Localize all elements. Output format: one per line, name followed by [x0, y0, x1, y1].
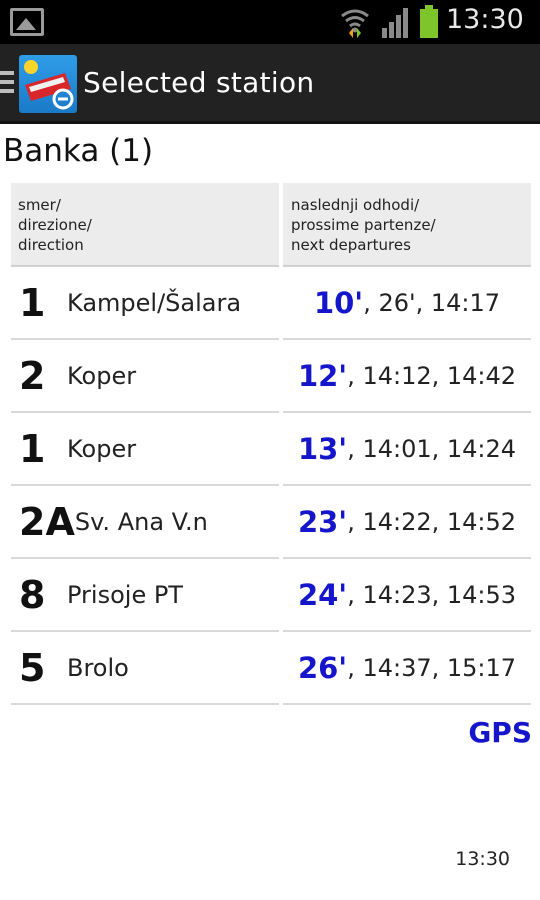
line-number: 8 — [19, 572, 46, 617]
direction-name: Prisoje PT — [67, 580, 183, 609]
header-departures: naslednji odhodi/ prossime partenze/ nex… — [283, 183, 531, 267]
status-time: 13:30 — [446, 4, 524, 35]
direction-name: Koper — [67, 361, 137, 390]
next-departure: 12' — [297, 358, 348, 393]
later-departures: , 14:12, 14:42 — [347, 361, 517, 390]
later-departures: , 14:23, 14:53 — [347, 580, 517, 609]
table-row[interactable]: 1 Koper 13', 14:01, 14:24 — [11, 413, 531, 486]
status-bar: 13:30 — [0, 0, 540, 44]
table-row[interactable]: 2 Koper 12', 14:12, 14:42 — [11, 340, 531, 413]
direction-name: Kampel/Šalara — [67, 288, 242, 317]
later-departures: , 26', 14:17 — [363, 288, 501, 317]
page-title: Selected station — [83, 66, 315, 99]
line-number: 5 — [19, 645, 46, 690]
table-row[interactable]: 8 Prisoje PT 24', 14:23, 14:53 — [11, 559, 531, 632]
table-row[interactable]: 5 Brolo 26', 14:37, 15:17 — [11, 632, 531, 705]
station-name: Banka (1) — [3, 133, 154, 169]
departures-table: smer/ direzione/ direction naslednji odh… — [11, 183, 531, 705]
action-bar: Selected station — [0, 44, 540, 124]
table-row[interactable]: 2A Sv. Ana V.n 23', 14:22, 14:52 — [11, 486, 531, 559]
direction-name: Koper — [67, 434, 137, 463]
line-number: 2A — [19, 499, 75, 544]
bus-app-icon[interactable] — [19, 55, 77, 113]
table-header: smer/ direzione/ direction naslednji odh… — [11, 183, 531, 267]
later-departures: , 14:01, 14:24 — [347, 434, 517, 463]
direction-name: Brolo — [67, 653, 129, 682]
line-number: 1 — [19, 426, 46, 471]
next-departure: 24' — [297, 577, 348, 612]
table-row[interactable]: 1 Kampel/Šalara 10', 26', 14:17 — [11, 267, 531, 340]
battery-icon — [420, 5, 438, 38]
later-departures: , 14:37, 15:17 — [347, 653, 517, 682]
next-departure: 23' — [297, 504, 348, 539]
wifi-icon — [341, 9, 369, 38]
signal-icon — [382, 8, 408, 38]
next-departure: 13' — [297, 431, 348, 466]
menu-icon[interactable] — [0, 71, 14, 97]
direction-name: Sv. Ana V.n — [74, 507, 208, 536]
footer-time: 13:30 — [455, 848, 510, 870]
line-number: 2 — [19, 353, 46, 398]
line-number: 1 — [19, 280, 46, 325]
next-departure: 10' — [313, 285, 364, 320]
next-departure: 26' — [297, 650, 348, 685]
gallery-icon — [10, 8, 44, 36]
gps-button[interactable]: GPS — [468, 716, 532, 749]
later-departures: , 14:22, 14:52 — [347, 507, 517, 536]
header-direction: smer/ direzione/ direction — [11, 183, 279, 267]
